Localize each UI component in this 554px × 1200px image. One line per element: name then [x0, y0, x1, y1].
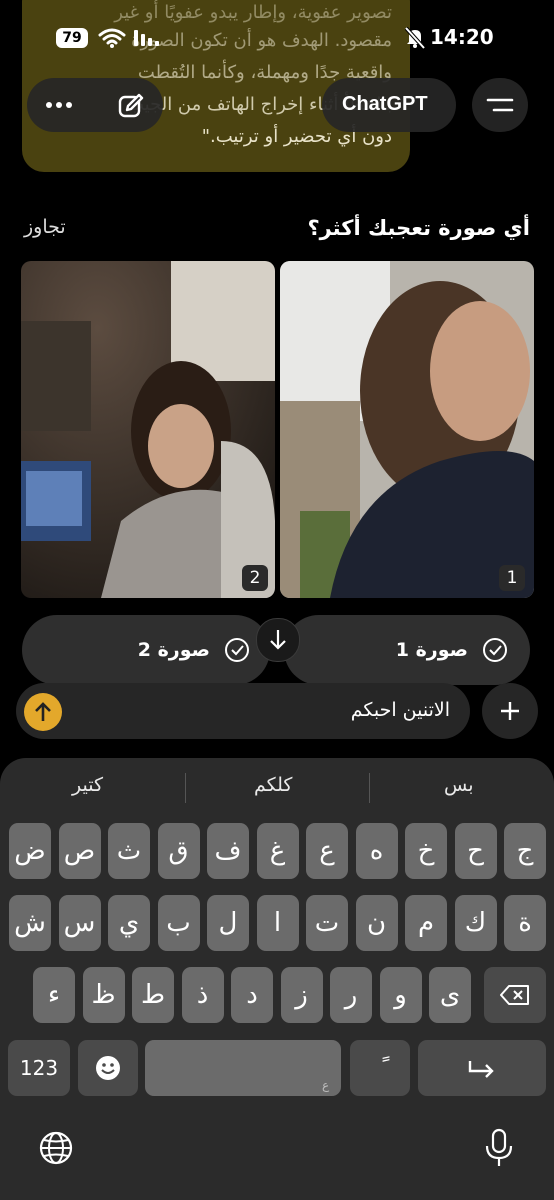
letter-key[interactable]: س	[58, 895, 101, 951]
microphone-icon[interactable]	[484, 1128, 514, 1168]
letter-key[interactable]: ي	[108, 895, 150, 951]
return-icon	[468, 1061, 494, 1078]
arrow-up-icon	[35, 702, 51, 721]
letter-key[interactable]: ه	[355, 823, 398, 879]
letter-key[interactable]: ظ	[82, 967, 125, 1023]
letter-key[interactable]: ب	[157, 895, 200, 951]
backspace-key[interactable]	[484, 967, 546, 1023]
letter-key[interactable]: ى	[429, 967, 471, 1023]
letter-key[interactable]: ص	[58, 823, 101, 879]
wifi-icon	[98, 28, 126, 48]
backspace-icon	[500, 985, 529, 1005]
mute-icon	[405, 27, 425, 49]
bubble-line: تصوير عفوية، وإطار يبدو عفويًا أو غير	[114, 2, 392, 23]
letter-key[interactable]: ء	[33, 967, 75, 1023]
choose-image-2-button[interactable]: صورة 2	[22, 615, 270, 685]
check-circle-icon	[225, 638, 249, 662]
letter-key[interactable]: خ	[405, 823, 447, 879]
chat-actions-pill	[27, 78, 163, 132]
space-key-hint: ع	[322, 1078, 330, 1092]
more-options-icon[interactable]	[45, 98, 73, 112]
diacritic-key[interactable]: ً	[350, 1040, 410, 1096]
new-chat-icon[interactable]	[117, 92, 145, 120]
letter-key[interactable]: ح	[454, 823, 497, 879]
letter-key[interactable]: ش	[9, 895, 51, 951]
battery-indicator: 79	[56, 28, 88, 48]
send-button[interactable]	[24, 693, 62, 731]
image-option-2[interactable]: 2	[21, 261, 275, 598]
check-circle-icon	[483, 638, 507, 662]
choose-image-1-button[interactable]: صورة 1	[284, 615, 530, 685]
image-number: 1	[499, 565, 525, 591]
emoji-key[interactable]	[78, 1040, 138, 1096]
menu-icon	[486, 98, 514, 112]
letter-key[interactable]: ع	[306, 823, 348, 879]
letter-key[interactable]: ة	[504, 895, 546, 951]
comparison-question: أي صورة تعجبك أكثر؟	[307, 216, 530, 240]
bubble-line: مقصود. الهدف هو أن تكون الصورة	[131, 30, 392, 51]
attach-button[interactable]	[482, 683, 538, 739]
arrow-down-icon	[270, 630, 286, 650]
letter-key[interactable]: ن	[355, 895, 398, 951]
letter-key[interactable]: ر	[330, 967, 372, 1023]
signal-icon	[134, 30, 159, 46]
letter-key[interactable]: ك	[454, 895, 497, 951]
numbers-key[interactable]: 123	[8, 1040, 70, 1096]
letter-key[interactable]: م	[405, 895, 447, 951]
skip-button[interactable]: تجاوز	[24, 216, 66, 238]
letter-key[interactable]: ج	[504, 823, 546, 879]
letter-key[interactable]: غ	[256, 823, 299, 879]
suggestion[interactable]: كتير	[72, 774, 103, 796]
photo-2	[21, 261, 275, 598]
scroll-down-button[interactable]	[256, 618, 300, 662]
sidebar-button[interactable]	[472, 78, 528, 132]
letter-key[interactable]: ا	[256, 895, 299, 951]
globe-icon[interactable]	[38, 1130, 74, 1166]
letter-key[interactable]: ذ	[181, 967, 224, 1023]
model-selector[interactable]: ChatGPT	[322, 78, 456, 132]
clock: 14:20	[430, 25, 494, 49]
emoji-icon	[96, 1056, 120, 1080]
letter-key[interactable]: و	[379, 967, 422, 1023]
plus-icon	[501, 702, 519, 720]
choice-label: صورة 2	[137, 639, 210, 661]
suggestion[interactable]: بس	[444, 774, 474, 796]
image-option-1[interactable]: 1	[280, 261, 534, 598]
choice-label: صورة 1	[395, 639, 468, 661]
photo-1	[280, 261, 534, 598]
message-input-text[interactable]: الاتنين احبكم	[351, 699, 450, 721]
letter-key[interactable]: ث	[108, 823, 150, 879]
suggestion[interactable]: كلكم	[254, 774, 292, 796]
letter-key[interactable]: ض	[9, 823, 51, 879]
letter-key[interactable]: ف	[207, 823, 249, 879]
letter-key[interactable]: ت	[306, 895, 348, 951]
letter-key[interactable]: ل	[207, 895, 249, 951]
model-name: ChatGPT	[342, 93, 428, 115]
letter-key[interactable]: ز	[280, 967, 323, 1023]
letter-key[interactable]: د	[231, 967, 273, 1023]
suggestion-divider	[369, 773, 370, 803]
return-key[interactable]	[418, 1040, 546, 1096]
letter-key[interactable]: ط	[132, 967, 174, 1023]
message-input[interactable]: الاتنين احبكم	[16, 683, 470, 739]
image-number: 2	[242, 565, 268, 591]
letter-key[interactable]: ق	[157, 823, 200, 879]
suggestion-divider	[185, 773, 186, 803]
space-key[interactable]	[145, 1040, 341, 1096]
